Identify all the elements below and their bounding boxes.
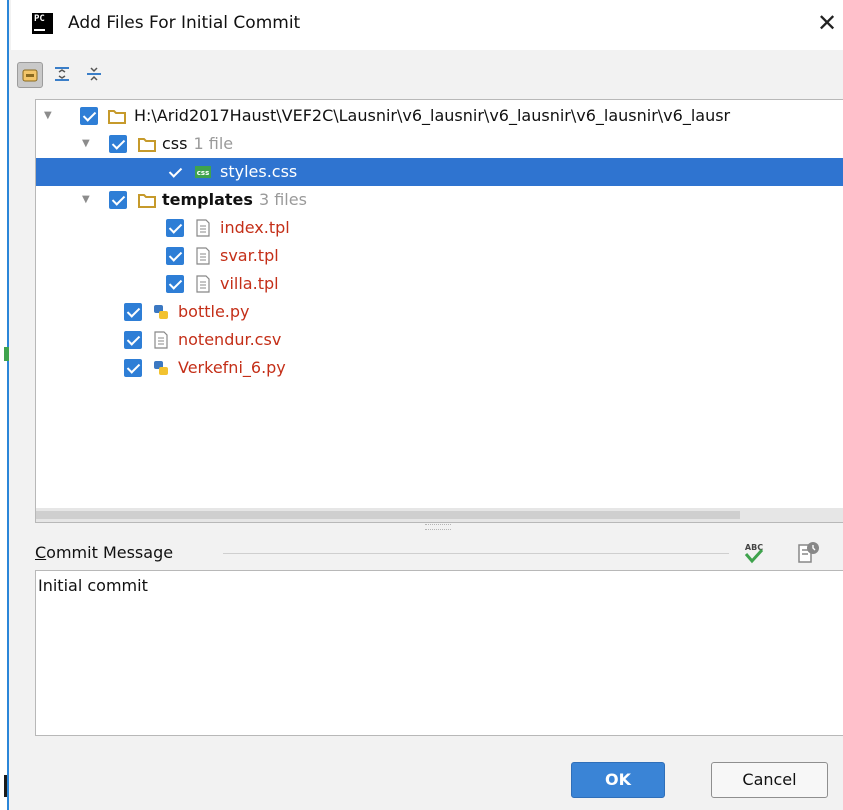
templates-folder-checkbox[interactable] [109, 191, 127, 209]
group-by-directory-icon [22, 69, 38, 82]
scrollbar-thumb[interactable] [36, 511, 740, 519]
notendur-csv-checkbox[interactable] [124, 331, 142, 349]
cancel-button[interactable]: Cancel [711, 762, 828, 798]
text-file-icon [196, 247, 210, 265]
text-file-icon [196, 219, 210, 237]
collapse-all-icon [87, 67, 101, 81]
spell-check-button[interactable]: ABC [740, 539, 768, 567]
tree-row-notendur-csv[interactable]: notendur.csv [36, 326, 843, 354]
expand-arrow-icon[interactable]: ▼ [82, 130, 96, 158]
add-files-dialog: PC Add Files For Initial Commit ✕ ▼ H:\A… [11, 0, 843, 810]
tree-row-svar-tpl[interactable]: svar.tpl [36, 242, 843, 270]
horizontal-scrollbar[interactable] [36, 508, 843, 522]
templates-folder-label: templates [162, 190, 253, 209]
index-tpl-checkbox[interactable] [166, 219, 184, 237]
villa-tpl-checkbox[interactable] [166, 275, 184, 293]
folder-icon [138, 194, 156, 208]
splitter-handle[interactable] [425, 524, 451, 530]
spell-check-icon: ABC [744, 543, 763, 564]
group-by-directory-button[interactable] [17, 62, 43, 88]
tree-row-templates-folder[interactable]: ▼ templates 3 files [36, 186, 843, 214]
expand-all-icon [55, 67, 69, 81]
title-bar: PC Add Files For Initial Commit ✕ [11, 0, 843, 50]
text-file-icon [154, 331, 168, 349]
gutter-caret [4, 775, 7, 797]
message-history-icon [798, 542, 819, 563]
tree-row-bottle-py[interactable]: bottle.py [36, 298, 843, 326]
styles-css-label: styles.css [220, 162, 298, 181]
changes-tree: ▼ H:\Arid2017Haust\VEF2C\Lausnir\v6_laus… [35, 99, 843, 523]
python-file-icon [154, 361, 168, 375]
commit-message-input[interactable]: Initial commit [35, 570, 843, 736]
gutter-change-marker [4, 347, 9, 361]
villa-tpl-label: villa.tpl [220, 274, 279, 293]
svar-tpl-label: svar.tpl [220, 246, 279, 265]
styles-css-checkbox[interactable] [166, 163, 184, 181]
tree-row-villa-tpl[interactable]: villa.tpl [36, 270, 843, 298]
tree-row-root[interactable]: ▼ H:\Arid2017Haust\VEF2C\Lausnir\v6_laus… [36, 102, 843, 130]
tree-row-css-folder[interactable]: ▼ css 1 file [36, 130, 843, 158]
css-file-icon: css [195, 166, 211, 178]
tree-row-verkefni-py[interactable]: Verkefni_6.py [36, 354, 843, 382]
pycharm-app-icon: PC [32, 13, 53, 34]
svg-text:css: css [197, 169, 209, 177]
expand-arrow-icon[interactable]: ▼ [44, 102, 58, 130]
tree-toolbar [11, 58, 843, 94]
section-divider [223, 553, 729, 554]
text-file-icon [196, 275, 210, 293]
index-tpl-label: index.tpl [220, 218, 290, 237]
folder-icon [108, 110, 126, 124]
notendur-csv-label: notendur.csv [178, 330, 282, 349]
collapse-all-button[interactable] [82, 62, 108, 88]
templates-file-count: 3 files [258, 190, 307, 209]
expand-all-button[interactable] [50, 62, 76, 88]
bottle-py-label: bottle.py [178, 302, 250, 321]
root-path-label: H:\Arid2017Haust\VEF2C\Lausnir\v6_lausni… [134, 106, 731, 125]
ok-button[interactable]: OK [571, 762, 665, 798]
python-file-icon [154, 305, 168, 319]
dialog-title: Add Files For Initial Commit [68, 13, 301, 33]
tree-row-styles-css[interactable]: css styles.css [36, 158, 843, 186]
message-history-button[interactable] [794, 539, 822, 567]
root-checkbox[interactable] [80, 107, 98, 125]
css-folder-checkbox[interactable] [109, 135, 127, 153]
verkefni-py-label: Verkefni_6.py [178, 358, 286, 377]
tree-row-index-tpl[interactable]: index.tpl [36, 214, 843, 242]
expand-arrow-icon[interactable]: ▼ [82, 186, 96, 214]
verkefni-py-checkbox[interactable] [124, 359, 142, 377]
css-folder-label: css [162, 134, 188, 153]
commit-message-label: Commit Message [35, 543, 174, 562]
folder-icon [138, 138, 156, 152]
bottle-py-checkbox[interactable] [124, 303, 142, 321]
css-file-count: 1 file [193, 134, 234, 153]
svar-tpl-checkbox[interactable] [166, 247, 184, 265]
background-editor-edge [0, 0, 9, 810]
close-button[interactable]: ✕ [813, 9, 841, 37]
